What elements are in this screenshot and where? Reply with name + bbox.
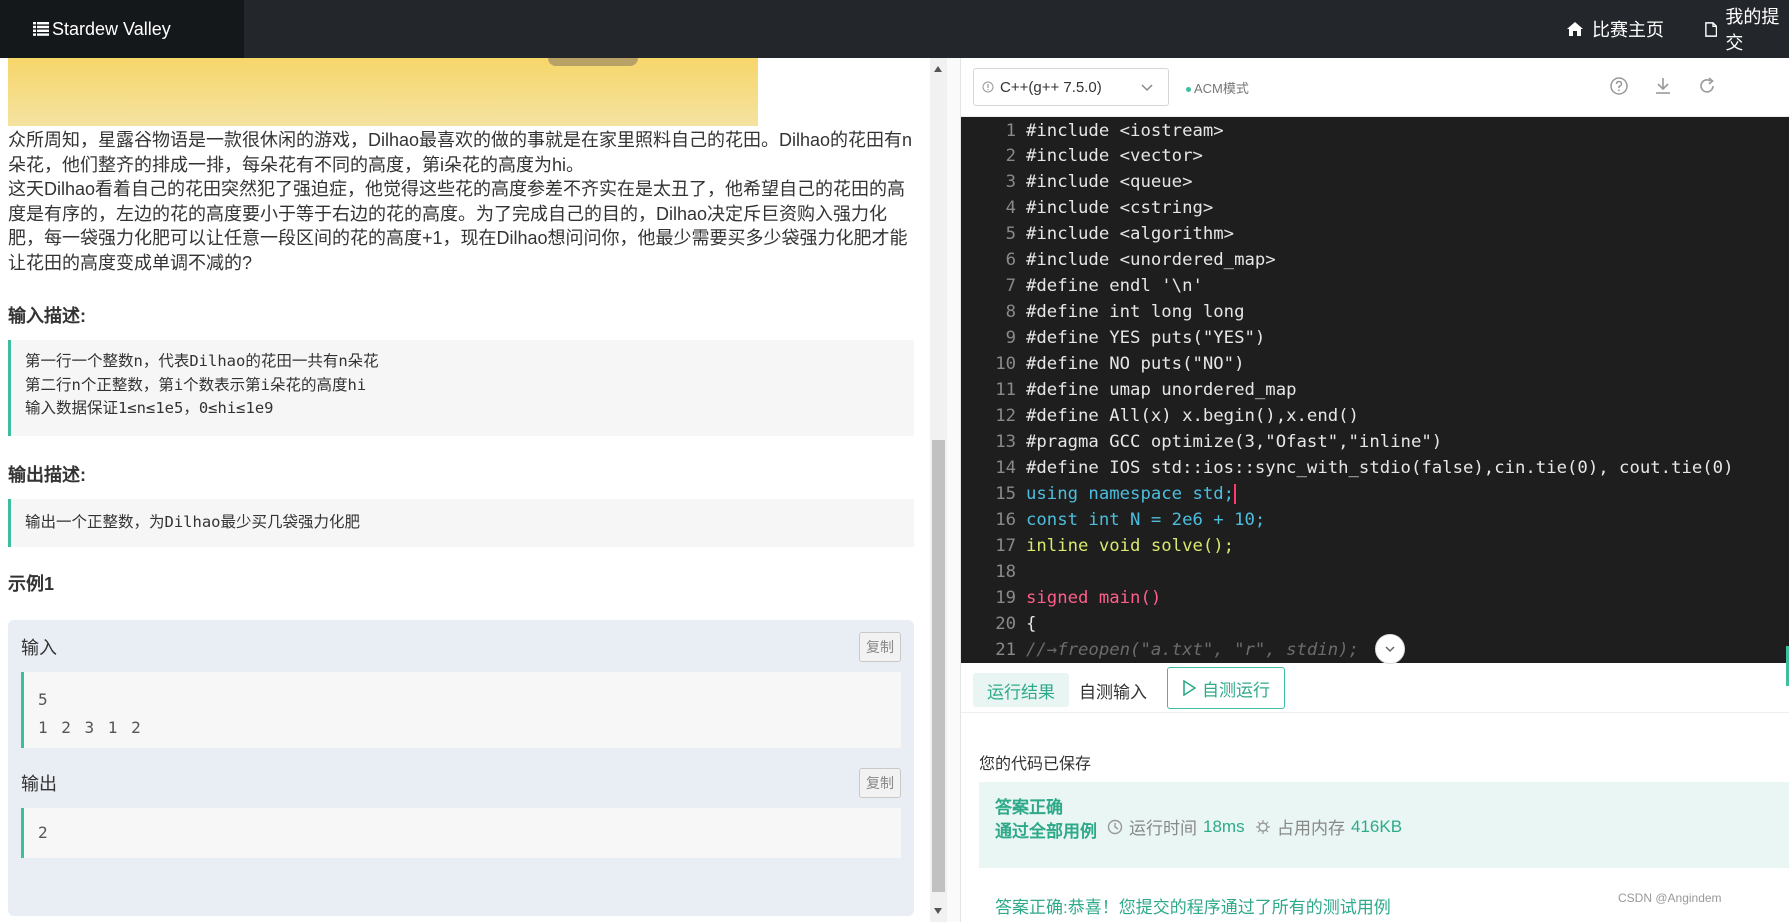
problem-banner-image xyxy=(8,58,758,126)
code-line: 20{ xyxy=(995,614,1037,634)
memory-stat: 占用内存 416KB xyxy=(1255,814,1402,839)
example-output-label: 输出 xyxy=(21,774,57,794)
verdict-card: 答案正确 通过全部用例 运行时间 18ms 占用内存 416KB xyxy=(979,782,1789,868)
code-line: 9 #define YES puts("YES") xyxy=(1005,328,1266,348)
editor-panel: C++(g++ 7.5.0) ACM模式 1 #include <iostream… xyxy=(961,58,1789,922)
code-line: 13 #pragma GCC optimize(3,"Ofast","inline… xyxy=(995,432,1443,452)
code-line: 5 #include <algorithm> xyxy=(1005,224,1235,244)
watermark: CSDN @Angindem xyxy=(1618,891,1722,905)
scroll-down-arrow[interactable] xyxy=(934,908,942,914)
document-icon xyxy=(1705,21,1718,37)
brand-title: Stardew Valley xyxy=(52,18,171,39)
result-message: 答案正确:恭喜！您提交的程序通过了所有的测试用例 xyxy=(995,898,1391,917)
verdict-title: 答案正确 通过全部用例 xyxy=(995,796,1097,844)
play-icon xyxy=(1183,680,1196,696)
editor-toolbar: C++(g++ 7.5.0) ACM模式 xyxy=(961,58,1789,117)
nav-my-submissions[interactable]: 我的提交 xyxy=(1705,0,1789,58)
example-output-line: 2 xyxy=(38,823,48,842)
copy-input-button[interactable]: 复制 xyxy=(859,632,901,662)
description-paragraph-1: 众所周知，星露谷物语是一款很休闲的游戏，Dilhao最喜欢的做的事就是在家里照料… xyxy=(8,130,913,175)
panel-resize-handle[interactable] xyxy=(947,58,961,922)
mode-label: ACM模式 xyxy=(1194,81,1249,96)
top-navbar: Stardew Valley 比赛主页 我的提交 xyxy=(0,0,1789,58)
code-line: 4 #include <cstring> xyxy=(1005,198,1214,218)
nav-contest-home-label: 比赛主页 xyxy=(1592,20,1664,40)
input-description-line: 输入数据保证1≤n≤1e5，0≤hi≤1e9 xyxy=(25,399,274,417)
problem-scrollbar[interactable] xyxy=(930,58,947,922)
scroll-up-arrow[interactable] xyxy=(934,66,942,72)
code-line: 3 #include <queue> xyxy=(1005,172,1193,192)
mode-badge: ACM模式 xyxy=(1186,78,1249,97)
input-description-block: 第一行一个整数n，代表Dilhao的花田一共有n朵花 第二行n个正整数，第i个数… xyxy=(8,340,914,436)
nav-my-submissions-label: 我的提交 xyxy=(1725,7,1780,53)
verdict-line-1: 答案正确 xyxy=(995,798,1063,817)
code-line: 17 inline void solve(); xyxy=(995,536,1235,556)
help-icon[interactable] xyxy=(1609,76,1629,96)
description-paragraph-2: 这天Dilhao看着自己的花田突然犯了强迫症，他觉得这些花的高度参差不齐实在是太… xyxy=(8,179,908,273)
code-line: 1 #include <iostream> xyxy=(1005,121,1224,141)
code-line: 12 #define All(x) x.begin(),x.end() xyxy=(995,406,1359,426)
code-line: 8 #define int long long xyxy=(1005,302,1245,322)
download-icon[interactable] xyxy=(1653,76,1673,96)
self-test-run-button[interactable]: 自测运行 xyxy=(1167,667,1285,709)
save-status: 您的代码已保存 xyxy=(979,756,1092,773)
problem-description: 众所周知，星露谷物语是一款很休闲的游戏，Dilhao最喜欢的做的事就是在家里照料… xyxy=(8,128,920,275)
home-icon xyxy=(1567,22,1583,36)
language-select-value: C++(g++ 7.5.0) xyxy=(1000,78,1102,96)
chevron-down-icon xyxy=(1141,84,1153,92)
info-icon xyxy=(982,81,994,93)
code-line: 19 signed main() xyxy=(995,588,1162,608)
menu-icon xyxy=(33,22,49,36)
code-line: 15 using namespace std; xyxy=(995,484,1237,504)
memory-value: 416KB xyxy=(1351,816,1403,836)
code-line: 7 #define endl '\n' xyxy=(1005,276,1203,296)
text-cursor xyxy=(1234,484,1237,504)
output-tabs: 运行结果 自测输入 自测运行 xyxy=(961,663,1789,713)
verdict-line-2: 通过全部用例 xyxy=(995,822,1097,841)
copy-output-button[interactable]: 复制 xyxy=(859,768,901,798)
input-description-line: 第二行n个正整数，第i个数表示第i朵花的高度hi xyxy=(25,375,367,394)
code-line: 6 #include <unordered_map> xyxy=(1005,250,1276,270)
example-input-box: 5 1 2 3 1 2 xyxy=(21,672,901,748)
example-card: 输入 复制 5 1 2 3 1 2 输出 复制 2 xyxy=(8,620,914,916)
input-description-line: 第一行一个整数n，代表Dilhao的花田一共有n朵花 xyxy=(25,352,379,370)
code-line: 14 #define IOS std::ios::sync_with_stdio(… xyxy=(995,458,1734,478)
scrollbar-thumb[interactable] xyxy=(932,440,945,892)
code-line: 16 const int N = 2e6 + 10; xyxy=(995,510,1266,530)
example-output-box: 2 xyxy=(21,808,901,858)
example-title: 示例1 xyxy=(8,574,55,594)
code-editor[interactable]: 1 #include <iostream> 2 #include <vector> … xyxy=(961,117,1789,663)
memory-label: 占用内存 xyxy=(1277,819,1345,838)
tab-run-result[interactable]: 运行结果 xyxy=(973,673,1069,707)
nav-contest-home[interactable]: 比赛主页 xyxy=(1566,0,1664,58)
brand-link[interactable]: Stardew Valley xyxy=(0,0,244,58)
collapse-output-button[interactable] xyxy=(1375,634,1405,664)
code-line: 2 #include <vector> xyxy=(1005,146,1203,166)
code-line: 18 xyxy=(995,562,1016,582)
chevron-down-icon xyxy=(1385,646,1395,653)
runtime-stat: 运行时间 18ms xyxy=(1107,814,1245,839)
self-test-run-label: 自测运行 xyxy=(1202,680,1270,700)
output-description-block: 输出一个正整数，为Dilhao最少买几袋强力化肥 xyxy=(8,499,914,547)
chip-icon xyxy=(1256,819,1270,834)
input-description-title: 输入描述: xyxy=(8,306,86,326)
output-description-line: 输出一个正整数，为Dilhao最少买几袋强力化肥 xyxy=(25,513,360,531)
language-select[interactable]: C++(g++ 7.5.0) xyxy=(973,68,1169,106)
runtime-label: 运行时间 xyxy=(1129,819,1197,838)
code-line: 10 #define NO puts("NO") xyxy=(995,354,1245,374)
refresh-icon[interactable] xyxy=(1697,76,1717,96)
example-input-line: 5 xyxy=(38,690,48,709)
example-input-label: 输入 xyxy=(21,638,57,658)
tab-custom-input[interactable]: 自测输入 xyxy=(1065,673,1161,707)
runtime-value: 18ms xyxy=(1203,816,1245,836)
output-description-title: 输出描述: xyxy=(8,465,86,485)
example-input-line: 1 2 3 1 2 xyxy=(38,718,141,737)
code-line: 11 #define umap unordered_map xyxy=(995,380,1297,400)
clock-icon xyxy=(1107,819,1123,834)
problem-panel: 众所周知，星露谷物语是一款很休闲的游戏，Dilhao最喜欢的做的事就是在家里照料… xyxy=(0,58,930,922)
